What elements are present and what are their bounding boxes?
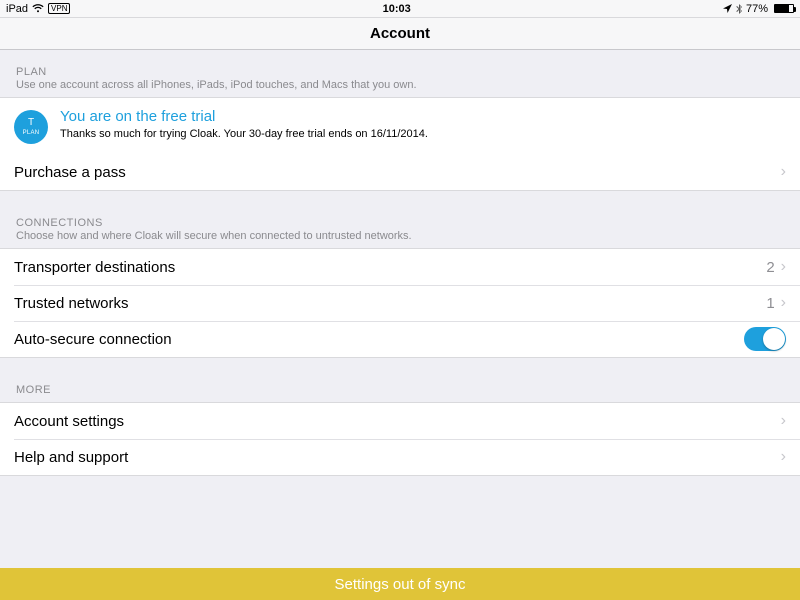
plan-description: Thanks so much for trying Cloak. Your 30… <box>60 128 428 140</box>
trusted-networks-label: Trusted networks <box>14 295 766 312</box>
section-connections-subtitle: Choose how and where Cloak will secure w… <box>16 230 784 242</box>
chevron-right-icon: › <box>781 413 786 429</box>
plan-badge-icon: T PLAN <box>14 110 48 144</box>
help-support-label: Help and support <box>14 449 781 466</box>
account-settings-row[interactable]: Account settings › <box>0 403 800 439</box>
trusted-networks-row[interactable]: Trusted networks 1 › <box>0 285 800 321</box>
nav-header: Account <box>0 18 800 50</box>
chevron-right-icon: › <box>781 259 786 275</box>
wifi-icon <box>32 4 44 13</box>
chevron-right-icon: › <box>781 449 786 465</box>
plan-headline: You are on the free trial <box>60 108 428 125</box>
device-label: iPad <box>6 3 28 15</box>
battery-percentage: 77% <box>746 3 768 15</box>
section-more-title: MORE <box>16 384 784 396</box>
section-plan: PLAN Use one account across all iPhones,… <box>0 62 800 191</box>
chevron-right-icon: › <box>781 164 786 180</box>
section-plan-subtitle: Use one account across all iPhones, iPad… <box>16 79 784 91</box>
clock: 10:03 <box>383 3 411 15</box>
auto-secure-label: Auto-secure connection <box>14 331 744 348</box>
trusted-networks-value: 1 <box>766 295 774 312</box>
auto-secure-row: Auto-secure connection <box>0 321 800 357</box>
vpn-badge: VPN <box>48 3 70 14</box>
section-plan-title: PLAN <box>16 66 784 78</box>
transporter-destinations-value: 2 <box>766 259 774 276</box>
section-connections-title: CONNECTIONS <box>16 217 784 229</box>
transporter-destinations-label: Transporter destinations <box>14 259 766 276</box>
purchase-pass-label: Purchase a pass <box>14 164 781 181</box>
bluetooth-icon <box>736 4 742 14</box>
help-support-row[interactable]: Help and support › <box>0 439 800 475</box>
sync-banner-text: Settings out of sync <box>335 576 466 593</box>
page-title: Account <box>370 25 430 42</box>
account-settings-label: Account settings <box>14 413 781 430</box>
battery-icon <box>772 4 794 13</box>
transporter-destinations-row[interactable]: Transporter destinations 2 › <box>0 249 800 285</box>
section-more: MORE Account settings › Help and support… <box>0 380 800 476</box>
sync-banner[interactable]: Settings out of sync <box>0 568 800 600</box>
location-icon <box>723 4 732 13</box>
section-connections: CONNECTIONS Choose how and where Cloak w… <box>0 213 800 358</box>
chevron-right-icon: › <box>781 295 786 311</box>
purchase-pass-row[interactable]: Purchase a pass › <box>0 154 800 190</box>
plan-status-row: T PLAN You are on the free trial Thanks … <box>0 98 800 154</box>
status-bar: iPad VPN 10:03 77% <box>0 0 800 18</box>
auto-secure-toggle[interactable] <box>744 327 786 351</box>
